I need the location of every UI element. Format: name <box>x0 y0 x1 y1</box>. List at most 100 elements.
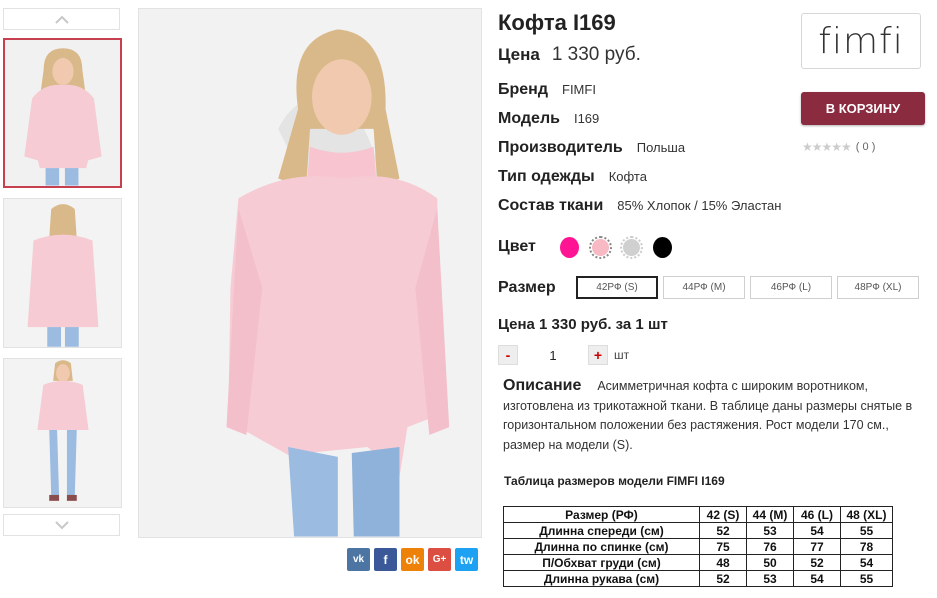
price-row: Цена 1 330 руб. <box>498 44 641 66</box>
swatch-fill <box>560 237 579 258</box>
table-header-cell: Размер (РФ) <box>503 506 700 523</box>
spec-label: Тип одежды <box>498 168 595 185</box>
color-swatch-pink[interactable] <box>589 236 612 259</box>
spec-value: FIMFI <box>562 82 596 97</box>
table-cell: 48 <box>699 554 747 571</box>
color-row: Цвет <box>498 238 536 256</box>
description: Описание Асимметричная кофта с широким во… <box>503 376 933 455</box>
quantity-stepper: - 1 + шт <box>498 345 629 365</box>
spec-row-manufacturer: Производитель Польша <box>498 139 685 157</box>
spec-value: 85% Хлопок / 15% Эластан <box>617 198 782 213</box>
chevron-down-icon <box>54 520 69 529</box>
quantity-value[interactable]: 1 <box>518 348 588 363</box>
thumbnail-full[interactable] <box>3 358 122 508</box>
table-cell: Длинна по спинке (см) <box>503 538 700 555</box>
table-cell: 53 <box>746 570 794 587</box>
product-title: Кофта I169 <box>498 10 616 35</box>
thumbnail-back[interactable] <box>3 198 122 348</box>
size-table-header: Размер (РФ) 42 (S) 44 (M) 46 (L) 48 (XL) <box>503 506 893 523</box>
table-cell: 53 <box>746 522 794 539</box>
table-cell: 55 <box>840 522 893 539</box>
product-main-image[interactable] <box>138 8 482 538</box>
table-cell: 54 <box>793 570 841 587</box>
color-swatch-fuchsia[interactable] <box>558 236 581 259</box>
google-plus-share-icon[interactable]: G+ <box>428 548 451 571</box>
thumbnail-front[interactable] <box>3 38 122 188</box>
table-row: П/Обхват груди (см) 48 50 52 54 <box>503 554 893 571</box>
brand-logo[interactable]: fimfi <box>801 13 921 69</box>
swatch-fill <box>623 239 640 256</box>
add-to-cart-button[interactable]: В КОРЗИНУ <box>801 92 925 125</box>
rating-stars-icon: ★★★★★ <box>802 140 852 154</box>
color-swatch-black[interactable] <box>651 236 674 259</box>
thumbs-down-button[interactable] <box>3 514 120 536</box>
size-option-xl[interactable]: 48РФ (XL) <box>837 276 919 299</box>
model-front-thumbnail-image <box>5 40 120 186</box>
size-table: Размер (РФ) 42 (S) 44 (M) 46 (L) 48 (XL)… <box>503 506 893 587</box>
table-cell: 77 <box>793 538 841 555</box>
quantity-unit: шт <box>614 348 630 362</box>
table-cell: 52 <box>699 570 747 587</box>
price-value: 1 330 руб. <box>551 44 641 65</box>
model-back-thumbnail-image <box>4 199 121 347</box>
swatch-fill <box>592 239 609 256</box>
spec-value: Польша <box>636 140 686 155</box>
size-option-l[interactable]: 46РФ (L) <box>750 276 832 299</box>
size-option-s[interactable]: 42РФ (S) <box>576 276 658 299</box>
model-main-photo <box>139 9 481 537</box>
rating[interactable]: ★★★★★ ( 0 ) <box>802 140 875 154</box>
table-cell: 50 <box>746 554 794 571</box>
table-row: Длинна по спинке (см) 75 76 77 78 <box>503 538 893 555</box>
table-cell: 55 <box>840 570 893 587</box>
table-header-cell: 42 (S) <box>699 506 747 523</box>
table-cell: 78 <box>840 538 893 555</box>
size-row: Размер <box>498 279 556 297</box>
table-header-cell: 44 (M) <box>746 506 794 523</box>
table-cell: 54 <box>840 554 893 571</box>
twitter-share-icon[interactable]: tw <box>455 548 478 571</box>
table-header-cell: 48 (XL) <box>840 506 893 523</box>
table-cell: Длинна рукава (см) <box>503 570 700 587</box>
table-cell: П/Обхват груди (см) <box>503 554 700 571</box>
rating-count: ( 0 ) <box>855 141 876 153</box>
spec-row-model: Модель I169 <box>498 110 599 128</box>
social-share-bar: vk f ok G+ tw <box>347 548 478 571</box>
spec-label: Состав ткани <box>498 197 604 214</box>
spec-label: Производитель <box>498 139 623 156</box>
spec-row-type: Тип одежды Кофта <box>498 168 647 186</box>
table-cell: 75 <box>699 538 747 555</box>
swatch-fill <box>653 237 672 258</box>
model-full-thumbnail-image <box>4 359 121 507</box>
thumbs-up-button[interactable] <box>3 8 120 30</box>
table-header-cell: 46 (L) <box>793 506 841 523</box>
spec-value: Кофта <box>608 169 647 184</box>
facebook-share-icon[interactable]: f <box>374 548 397 571</box>
spec-value: I169 <box>573 111 600 126</box>
chevron-up-icon <box>54 15 69 24</box>
color-swatch-gray[interactable] <box>620 236 643 259</box>
spec-row-composition: Состав ткани 85% Хлопок / 15% Эластан <box>498 197 781 215</box>
size-options: 42РФ (S) 44РФ (M) 46РФ (L) 48РФ (XL) <box>576 276 919 299</box>
size-option-m[interactable]: 44РФ (M) <box>663 276 745 299</box>
unit-price-row: Цена 1 330 руб. за 1 шт <box>498 316 668 333</box>
table-row: Длинна спереди (см) 52 53 54 55 <box>503 522 893 539</box>
table-cell: 54 <box>793 522 841 539</box>
table-cell: 52 <box>793 554 841 571</box>
color-swatches <box>558 236 674 259</box>
quantity-minus-button[interactable]: - <box>498 345 518 365</box>
unit-price-text: Цена 1 330 руб. за 1 шт <box>498 316 668 333</box>
table-row: Длинна рукава (см) 52 53 54 55 <box>503 570 893 587</box>
spec-row-brand: Бренд FIMFI <box>498 81 596 99</box>
table-cell: 76 <box>746 538 794 555</box>
spec-label: Бренд <box>498 81 548 98</box>
quantity-plus-button[interactable]: + <box>588 345 608 365</box>
size-label: Размер <box>498 279 556 296</box>
odnoklassniki-share-icon[interactable]: ok <box>401 548 424 571</box>
size-table-title: Таблица размеров модели FIMFI I169 <box>504 474 725 488</box>
spec-label: Модель <box>498 110 560 127</box>
table-cell: 52 <box>699 522 747 539</box>
price-label: Цена <box>498 45 540 64</box>
description-heading: Описание <box>503 377 582 394</box>
table-cell: Длинна спереди (см) <box>503 522 700 539</box>
vk-share-icon[interactable]: vk <box>347 548 370 571</box>
